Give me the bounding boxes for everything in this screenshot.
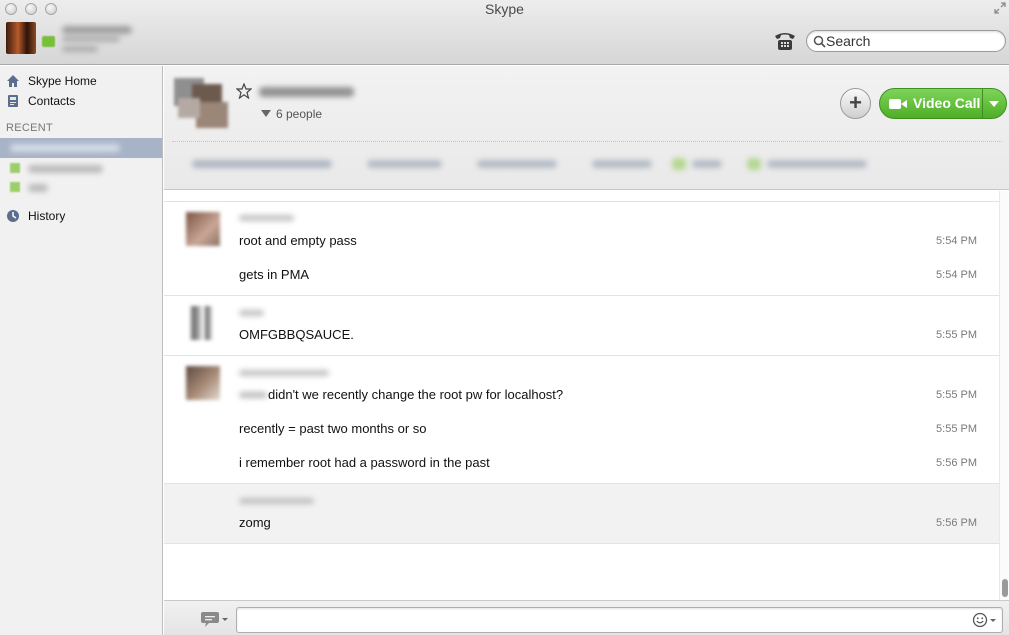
message-group: root and empty pass 5:54 PM gets in PMA … [164,201,999,295]
sidebar-item-label: History [28,209,66,223]
recent-conversation[interactable] [0,159,162,177]
people-count: 6 people [276,107,323,121]
recent-conversation-name-redacted [10,144,120,152]
sender-name-redacted[interactable] [239,215,294,221]
participant-name-redacted[interactable] [192,160,332,168]
contacts-book-icon [8,95,18,107]
sidebar-item-contacts[interactable]: Contacts [0,91,162,111]
sender-avatar[interactable] [186,306,220,340]
message-timestamp: 5:55 PM [936,389,977,401]
mention-redacted [239,392,267,398]
home-icon [7,75,19,87]
people-count-toggle[interactable]: 6 people [261,107,322,121]
chevron-down-icon[interactable] [989,101,999,107]
message-text: i remember root had a password in the pa… [239,455,490,470]
group-avatar[interactable] [174,78,230,130]
sender-name-redacted[interactable] [239,310,264,316]
recent-conversation-name-redacted [28,165,103,173]
profile-status-redacted [62,46,98,52]
recent-conversation-selected[interactable] [0,138,162,158]
message-timestamp: 5:55 PM [936,423,977,435]
video-call-button[interactable]: Video Call [879,88,1007,119]
message-text: recently = past two months or so [239,421,427,436]
online-status-icon [10,182,20,192]
video-camera-icon [889,99,907,109]
window-title: Skype [485,1,524,17]
plus-icon: + [849,90,862,115]
message-text: zomg [239,515,271,530]
sidebar: Skype Home Contacts RECENT History [0,66,163,635]
sender-avatar[interactable] [186,212,220,246]
sender-name-redacted[interactable] [239,498,314,504]
participant-name-redacted[interactable] [767,160,867,168]
profile-avatar[interactable] [6,22,36,54]
search-icon [813,35,826,48]
message-group: OMFGBBQSAUCE. 5:55 PM [164,295,999,355]
message-composer [164,600,1009,635]
message-scrollbar[interactable] [999,191,1009,600]
message-input[interactable] [243,611,963,629]
participant-name-redacted[interactable] [592,160,652,168]
scrollbar-thumb[interactable] [1002,579,1008,597]
message-group: zomg 5:56 PM [164,483,999,543]
message-text: root and empty pass [239,233,357,248]
search-box[interactable] [806,30,1006,52]
phone-icon[interactable] [773,30,797,52]
add-participant-button[interactable]: + [840,88,871,119]
disclosure-triangle-icon [261,110,271,117]
message-text: OMFGBBQSAUCE. [239,327,354,342]
message-input-box[interactable] [236,607,1003,633]
profile-name-redacted[interactable] [62,26,132,34]
message-timestamp: 5:54 PM [936,235,977,247]
profile-mood-redacted [62,36,120,42]
message-timestamp: 5:54 PM [936,269,977,281]
sender-name-redacted[interactable] [239,370,329,376]
conversation-title-redacted[interactable] [259,87,354,97]
message-history[interactable]: root and empty pass 5:54 PM gets in PMA … [164,191,999,600]
message-timestamp: 5:56 PM [936,517,977,529]
message-timestamp: 5:55 PM [936,329,977,341]
sidebar-item-history[interactable]: History [0,206,162,226]
recent-section-header: RECENT [6,122,54,134]
message-text: didn't we recently change the root pw fo… [268,387,564,402]
recent-conversation[interactable] [0,178,162,196]
online-status-icon [672,158,686,170]
divider [172,141,1002,142]
sidebar-item-label: Skype Home [28,74,97,88]
video-call-label: Video Call [913,95,981,111]
sidebar-item-label: Contacts [28,94,76,108]
online-status-icon [10,163,20,173]
participant-name-redacted[interactable] [477,160,557,168]
fullscreen-icon[interactable] [994,2,1006,14]
message-group: didn't we recently change the root pw fo… [164,355,999,483]
online-status-icon[interactable] [42,36,55,47]
star-favorite-icon[interactable] [236,83,252,99]
title-bar: Skype [0,0,1009,65]
split-divider [982,89,983,118]
online-status-icon [747,158,761,170]
conversation-header: 6 people + Video Call [164,66,1009,190]
clock-icon [7,210,19,222]
message-text: gets in PMA [239,267,310,282]
search-input[interactable] [826,32,996,50]
chat-bubble-dropdown-icon[interactable] [200,612,228,628]
participants-list-redacted [172,154,872,174]
message-timestamp: 5:56 PM [936,457,977,469]
emoticon-icon[interactable] [972,612,998,628]
participant-name-redacted[interactable] [367,160,442,168]
sender-avatar[interactable] [186,366,220,400]
participant-name-redacted[interactable] [692,160,722,168]
recent-conversation-name-redacted [28,184,48,192]
divider [164,543,999,544]
sidebar-item-skype-home[interactable]: Skype Home [0,71,162,91]
